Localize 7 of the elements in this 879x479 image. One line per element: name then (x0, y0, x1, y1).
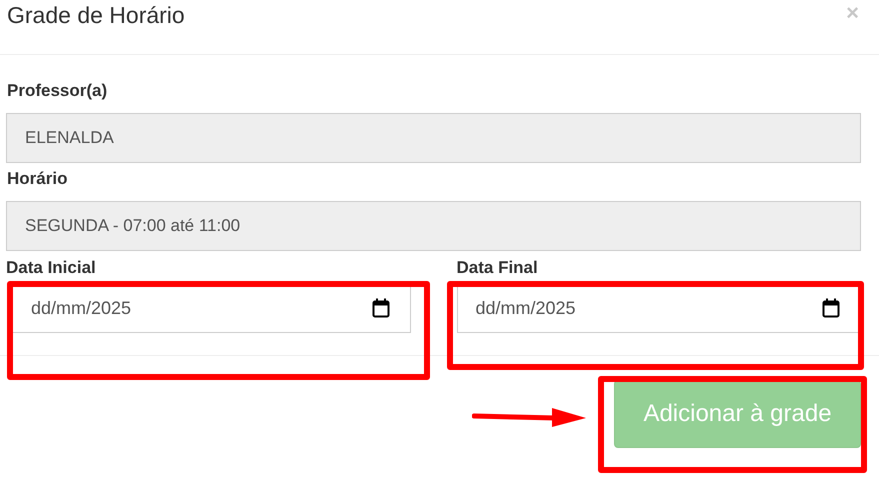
field-label: Data Inicial (6, 259, 97, 277)
calendar-icon[interactable] (372, 298, 390, 318)
modal-title: Grade de Horário (7, 2, 185, 29)
field-label: Horário (6, 169, 68, 189)
calendar-icon[interactable] (822, 298, 840, 318)
field-label: Professor(a) (6, 81, 108, 101)
field-label: Data Final (456, 259, 539, 277)
